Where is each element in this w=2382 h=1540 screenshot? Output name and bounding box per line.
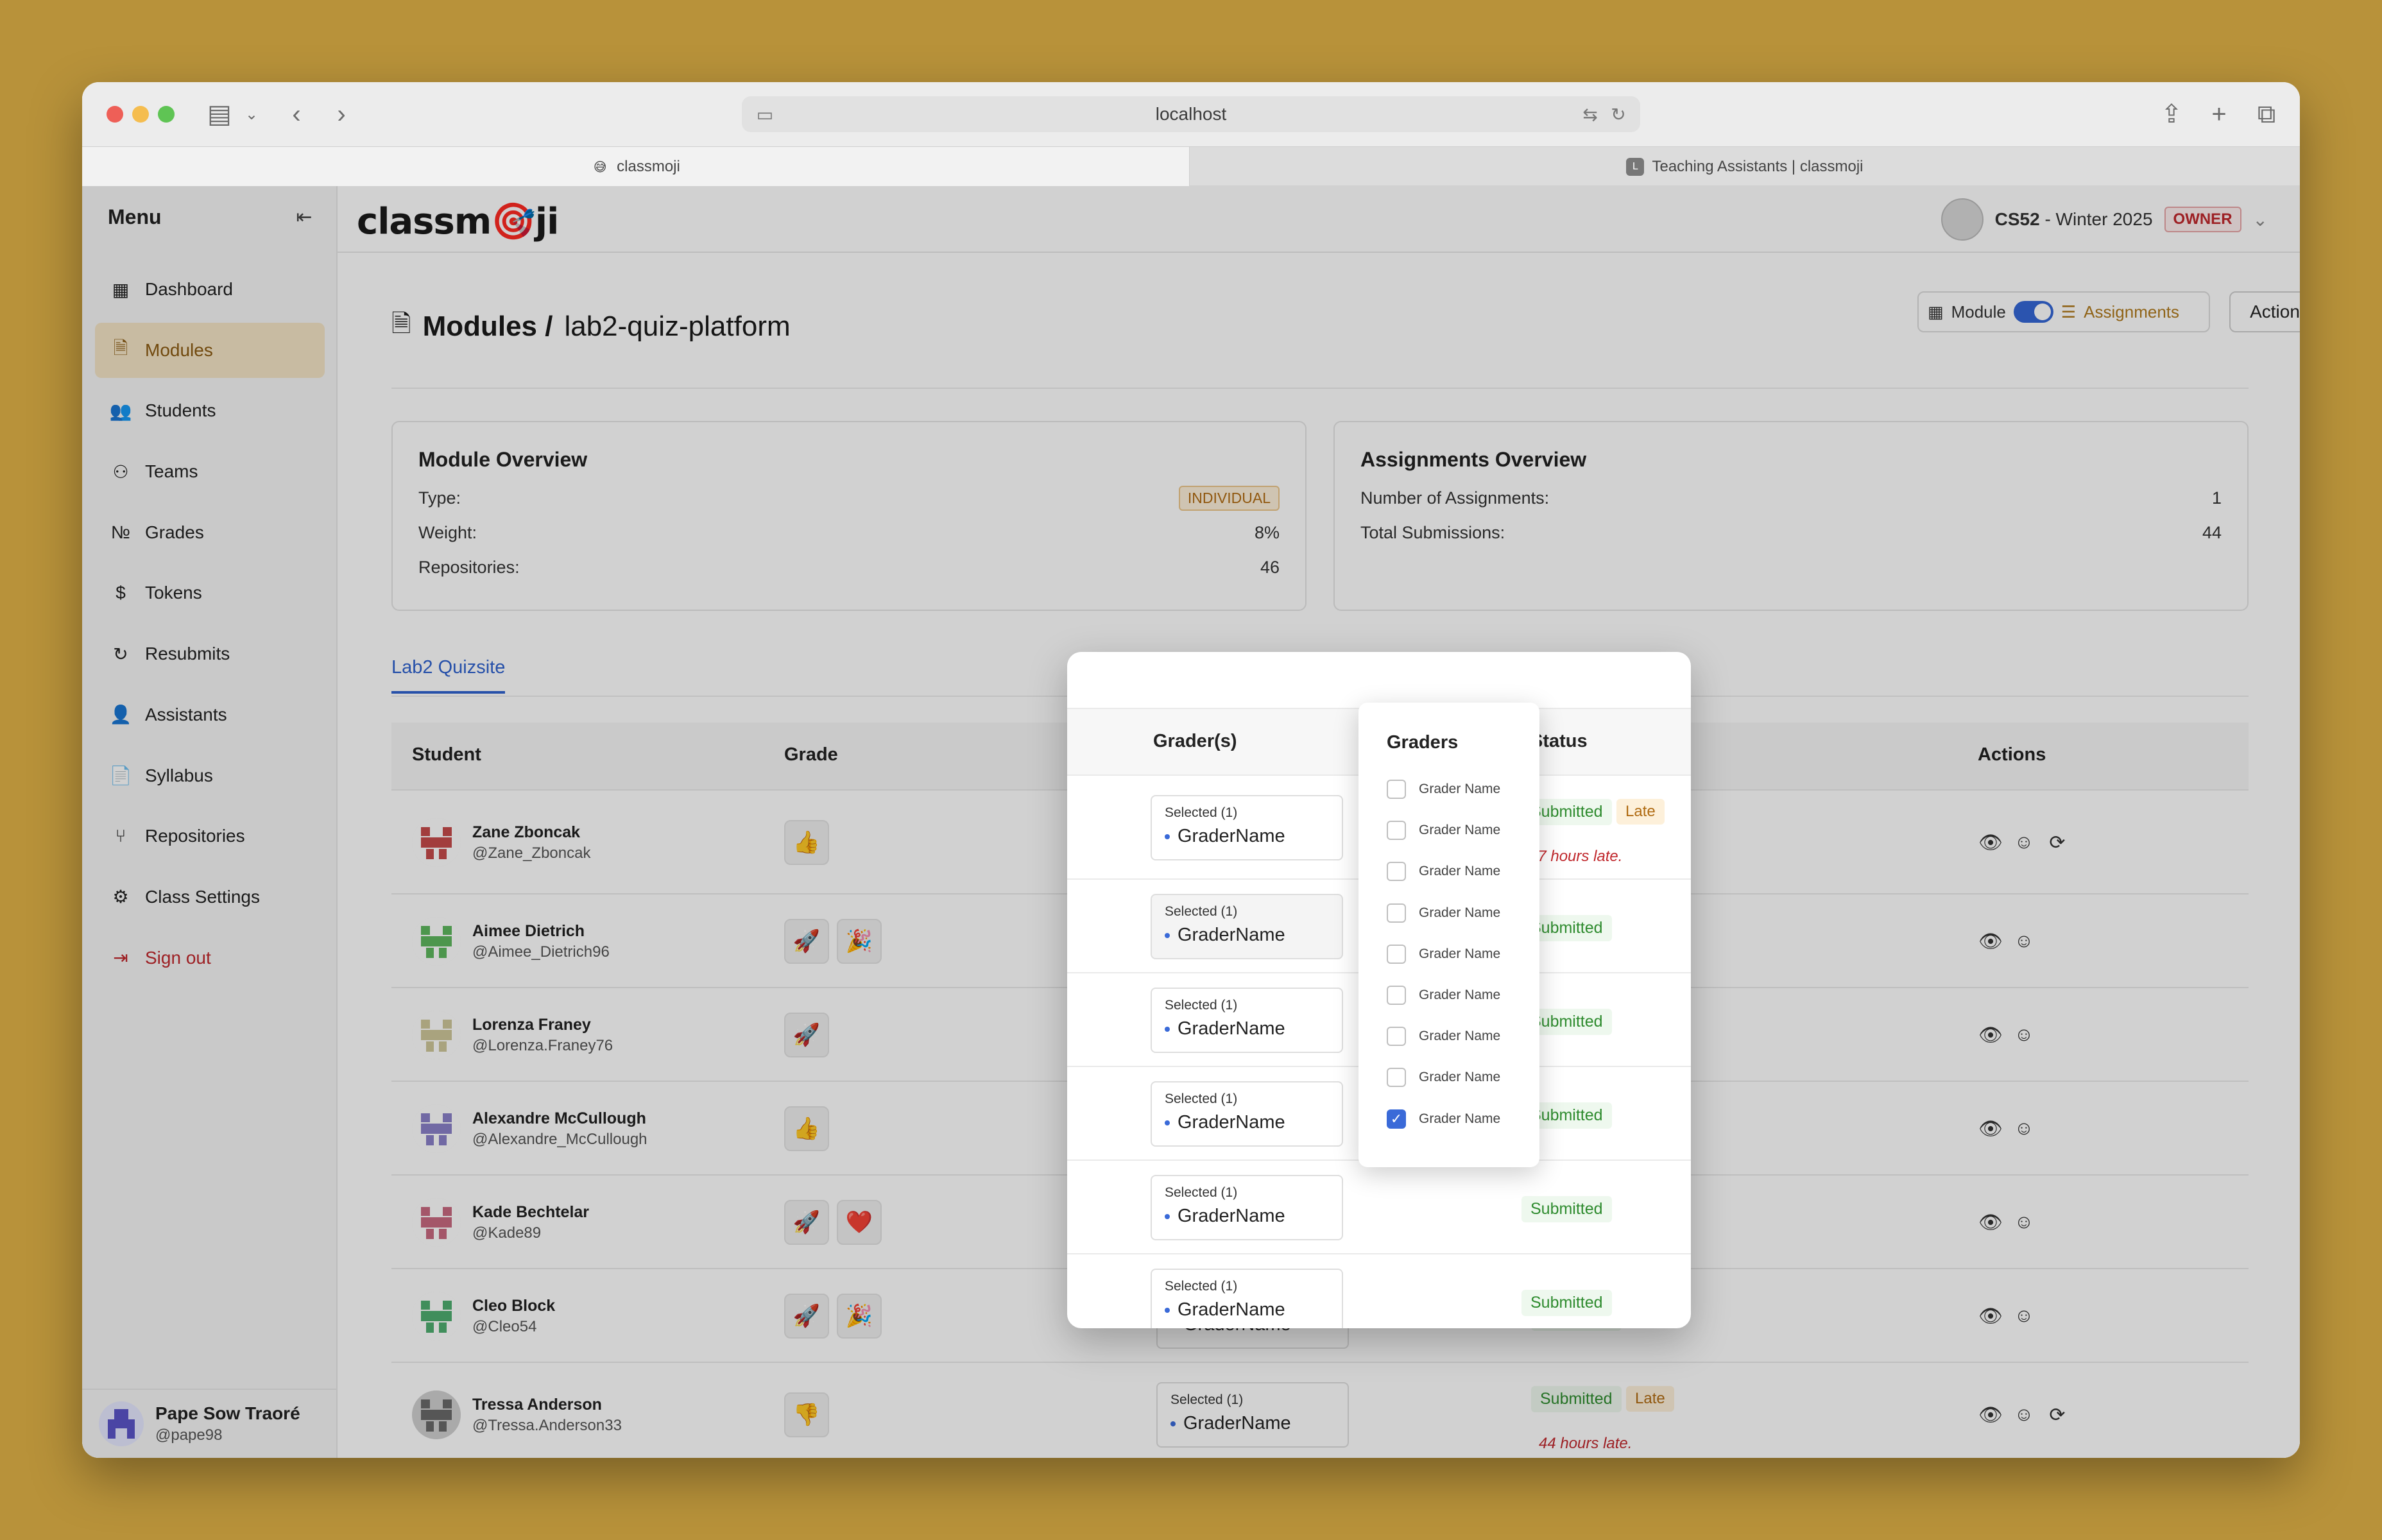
chevron-down-icon[interactable]: ⌄ [236, 99, 267, 130]
modal-table-row: Selected (1) GraderName Submitted [1067, 1161, 1691, 1254]
grader-option-label: Grader Name [1419, 1029, 1501, 1044]
tab-label: Teaching Assistants | classmoji [1652, 158, 1864, 175]
grader-option-label: Grader Name [1419, 782, 1501, 797]
share-icon[interactable]: ⇪ [2156, 99, 2187, 130]
tab-teaching-assistants[interactable]: L Teaching Assistants | classmoji [1190, 147, 2300, 187]
checkbox-icon[interactable] [1387, 944, 1406, 964]
grader-selected-count: Selected (1) [1165, 1185, 1238, 1200]
grader-option[interactable]: Grader Name [1387, 893, 1539, 934]
grader-select[interactable]: Selected (1) GraderName [1151, 795, 1343, 860]
status-badge: Submitted [1521, 1196, 1612, 1222]
grader-option-label: Grader Name [1419, 905, 1501, 920]
page-settings-icon[interactable]: ▭ [753, 103, 776, 126]
grader-option[interactable]: Grader Name [1387, 975, 1539, 1016]
grader-name: GraderName [1178, 1206, 1285, 1226]
maximize-window-button[interactable] [158, 106, 175, 123]
grader-options: Grader Name Grader Name Grader Name Grad… [1387, 769, 1539, 1140]
grader-selected-count: Selected (1) [1165, 998, 1238, 1013]
checkbox-icon[interactable] [1387, 821, 1406, 841]
grader-name: GraderName [1178, 826, 1285, 846]
letter-favicon-icon: L [1626, 158, 1645, 176]
grader-name: GraderName [1178, 1018, 1285, 1039]
grader-selected-count: Selected (1) [1165, 805, 1238, 820]
checkbox-checked-icon[interactable]: ✓ [1387, 1109, 1406, 1129]
browser-window: ▤ ⌄ ‹ › ▭ localhost ⇆ ↻ ⇪ + ⧉ 😅 classmoj… [82, 82, 2300, 1458]
late-duration-text: 47 hours late. [1529, 848, 1623, 865]
tab-overview-icon[interactable]: ⧉ [2251, 99, 2282, 130]
late-badge: Late [1616, 799, 1665, 825]
grader-option[interactable]: ✓ Grader Name [1387, 1099, 1539, 1140]
checkbox-icon[interactable] [1387, 1027, 1406, 1047]
checkbox-icon[interactable] [1387, 903, 1406, 923]
popover-title: Graders [1387, 732, 1459, 753]
grader-option[interactable]: Grader Name [1387, 810, 1539, 851]
grader-option-label: Grader Name [1419, 1111, 1501, 1126]
grader-option[interactable]: Grader Name [1387, 1057, 1539, 1098]
checkbox-icon[interactable] [1387, 1068, 1406, 1088]
grader-option-label: Grader Name [1419, 864, 1501, 879]
checkbox-icon[interactable] [1387, 780, 1406, 800]
grader-select[interactable]: Selected (1) GraderName [1151, 1081, 1343, 1147]
grader-option-label: Grader Name [1419, 1070, 1501, 1085]
grader-option-label: Grader Name [1419, 988, 1501, 1003]
grader-option[interactable]: Grader Name [1387, 851, 1539, 892]
status-badge: Submitted [1521, 1290, 1612, 1316]
back-arrow-icon[interactable]: ‹ [281, 99, 312, 130]
grader-selected-count: Selected (1) [1165, 1091, 1238, 1106]
title-bar: ▤ ⌄ ‹ › ▭ localhost ⇆ ↻ ⇪ + ⧉ [82, 82, 2300, 146]
checkbox-icon[interactable] [1387, 986, 1406, 1005]
grader-selected-count: Selected (1) [1165, 904, 1238, 919]
modal-table-row: Selected (1) GraderName Submitted [1067, 1254, 1691, 1328]
grader-name: GraderName [1178, 1112, 1285, 1133]
grader-option[interactable]: Grader Name [1387, 934, 1539, 975]
grader-option-label: Grader Name [1419, 823, 1501, 838]
close-window-button[interactable] [107, 106, 123, 123]
bullet-icon [1165, 1026, 1170, 1032]
grader-select[interactable]: Selected (1) GraderName [1151, 1269, 1343, 1328]
address-bar[interactable]: ▭ localhost ⇆ ↻ [742, 96, 1640, 132]
grader-option-label: Grader Name [1419, 946, 1501, 961]
tab-classmoji[interactable]: 😅 classmoji [82, 147, 1190, 187]
minimize-window-button[interactable] [132, 106, 149, 123]
grader-select[interactable]: Selected (1) GraderName [1151, 1175, 1343, 1240]
reload-icon[interactable]: ↻ [1607, 103, 1630, 126]
grader-name: GraderName [1178, 925, 1285, 945]
tab-label: classmoji [617, 158, 680, 175]
grader-option[interactable]: Grader Name [1387, 1016, 1539, 1057]
forward-arrow-icon[interactable]: › [326, 99, 357, 130]
grader-select[interactable]: Selected (1) GraderName [1151, 894, 1343, 959]
grader-select[interactable]: Selected (1) GraderName [1151, 988, 1343, 1053]
url-text: localhost [1155, 104, 1227, 124]
grader-option[interactable]: Grader Name [1387, 769, 1539, 810]
translate-icon[interactable]: ⇆ [1579, 103, 1602, 126]
bullet-icon [1165, 1120, 1170, 1125]
classmoji-favicon-icon: 😅 [593, 160, 607, 175]
tab-bar: 😅 classmoji L Teaching Assistants | clas… [82, 146, 2300, 187]
bullet-icon [1165, 932, 1170, 938]
bullet-icon [1165, 1307, 1170, 1313]
graders-popover: Graders Grader Name Grader Name Grader N… [1358, 703, 1539, 1167]
checkbox-icon[interactable] [1387, 862, 1406, 882]
bullet-icon [1165, 834, 1170, 839]
new-tab-icon[interactable]: + [2204, 99, 2234, 130]
header-graders: Grader(s) [1153, 731, 1237, 751]
bullet-icon [1165, 1213, 1170, 1219]
sidebar-toggle-icon[interactable]: ▤ [204, 99, 235, 130]
grader-name: GraderName [1178, 1299, 1285, 1320]
grader-selected-count: Selected (1) [1165, 1279, 1238, 1294]
